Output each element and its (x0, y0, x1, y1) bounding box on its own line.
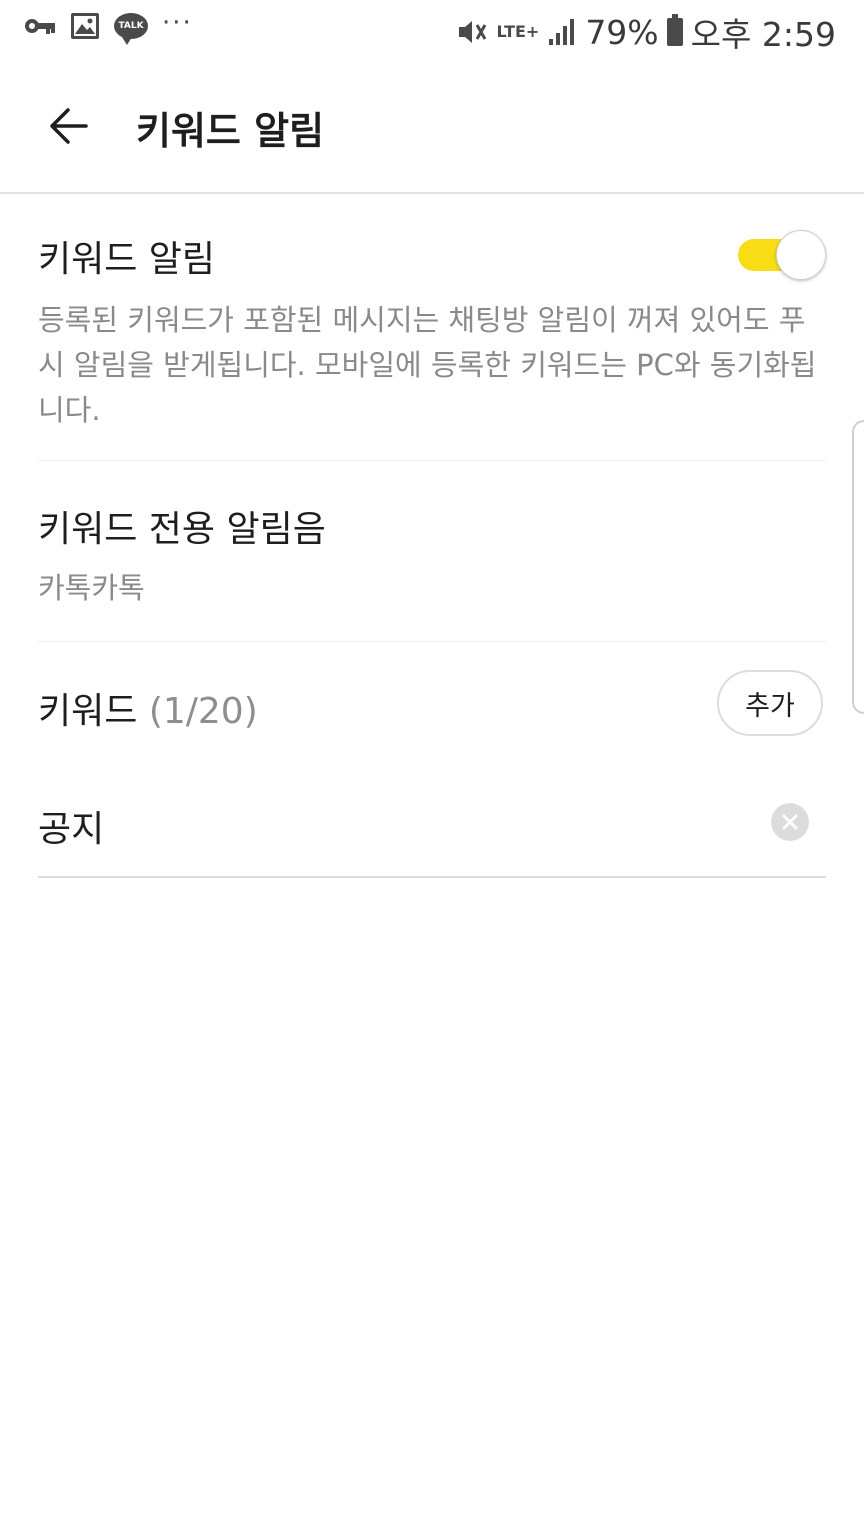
signal-icon (547, 17, 577, 47)
image-icon (70, 12, 100, 40)
keywords-title: 키워드 (38, 691, 138, 732)
keyword-label: 공지 (38, 809, 105, 850)
network-type: LTE+ (496, 22, 540, 41)
page-title: 키워드 알림 (136, 109, 325, 153)
alert-sound-title: 키워드 전용 알림음 (38, 509, 326, 550)
battery-icon (666, 14, 683, 46)
back-arrow-icon (50, 108, 88, 144)
toggle-knob (776, 230, 826, 280)
status-bar: TALK ··· LTE+ 79% 오후 2:59 (0, 0, 864, 60)
vibrate-mute-icon (455, 17, 489, 47)
keyword-alert-title: 키워드 알림 (38, 239, 216, 280)
close-icon (782, 814, 798, 830)
add-keyword-button[interactable]: 추가 (717, 670, 823, 736)
keyword-alert-description: 등록된 키워드가 포함된 메시지는 채팅방 알림이 꺼져 있어도 푸시 알림을 … (38, 303, 817, 427)
battery-percent: 79% (585, 12, 659, 52)
remove-keyword-button[interactable] (771, 803, 809, 841)
back-button[interactable] (38, 96, 98, 156)
more-notifications-icon: ··· (162, 8, 193, 38)
keyword-alert-toggle[interactable] (734, 230, 826, 280)
edge-panel-handle[interactable] (852, 420, 864, 714)
keywords-header: 키워드 (1/20) (38, 682, 258, 734)
app-bar: 키워드 알림 (0, 60, 864, 194)
divider (38, 460, 826, 461)
notification-icons: TALK ··· (24, 8, 193, 45)
divider (38, 641, 826, 642)
clock: 오후 2:59 (690, 15, 836, 54)
key-icon (24, 16, 56, 36)
keyword-list-item: 공지 (38, 770, 826, 878)
kakaotalk-icon: TALK (114, 13, 148, 45)
keywords-count: (1/20) (148, 691, 258, 732)
alert-sound-row[interactable]: 키워드 전용 알림음 카톡카톡 (38, 500, 826, 611)
keyword-alert-section: 키워드 알림 등록된 키워드가 포함된 메시지는 채팅방 알림이 꺼져 있어도 … (38, 230, 826, 433)
system-status: LTE+ 79% 오후 2:59 (455, 8, 836, 56)
alert-sound-value: 카톡카톡 (38, 571, 145, 605)
